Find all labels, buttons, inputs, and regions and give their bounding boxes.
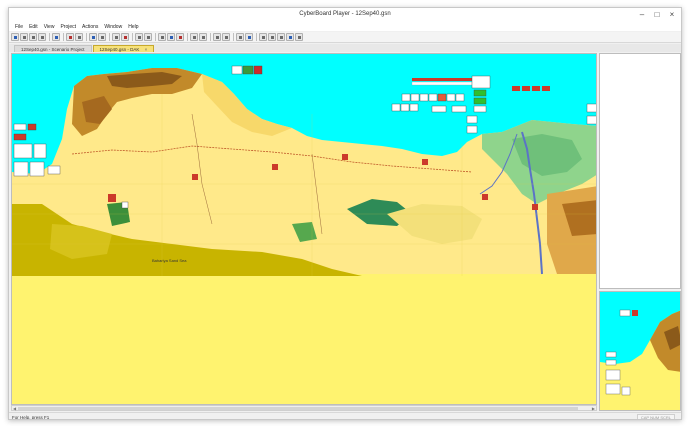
close-icon[interactable]: ×	[665, 9, 679, 21]
toolbar-separator	[86, 33, 87, 41]
menu-file[interactable]: File	[12, 24, 26, 30]
map-overview-pane[interactable]	[599, 291, 681, 411]
menu-bar: File Edit View Project Actions Window He…	[9, 22, 681, 31]
lock-icon[interactable]	[213, 33, 221, 41]
toolbar-separator	[233, 33, 234, 41]
toolbar-separator	[256, 33, 257, 41]
last-move-icon[interactable]	[286, 33, 294, 41]
scroll-right-icon[interactable]: ▶	[592, 406, 595, 411]
north-africa-map: Bahariya Sand Sea	[12, 54, 596, 276]
overview-map	[600, 292, 680, 410]
rotate-right-icon[interactable]	[167, 33, 175, 41]
context-help-icon[interactable]	[52, 33, 60, 41]
stop-icon[interactable]	[295, 33, 303, 41]
tab-close-icon[interactable]: ×	[145, 47, 148, 52]
save-icon[interactable]	[29, 33, 37, 41]
menu-view[interactable]: View	[41, 24, 58, 30]
toolbar-separator	[132, 33, 133, 41]
toolbar-separator	[63, 33, 64, 41]
toggle-grid-icon[interactable]	[135, 33, 143, 41]
first-move-icon[interactable]	[259, 33, 267, 41]
zoom-out-icon[interactable]	[75, 33, 83, 41]
toolbar-separator	[155, 33, 156, 41]
previous-move-icon[interactable]	[268, 33, 276, 41]
select-tool-icon[interactable]	[89, 33, 97, 41]
document-tab-bar: 12Sep40.gsn - Scenario Project 12Sep40.g…	[9, 44, 681, 52]
view-icon[interactable]	[222, 33, 230, 41]
application-window: CyberBoard Player - 12Sep40.gsn – □ × Fi…	[8, 7, 682, 420]
tab-label: 12Sep40.gsn - Scenario Project	[21, 47, 85, 52]
tray-panel[interactable]	[599, 53, 681, 289]
keyboard-indicators: CAP NUM SCRL	[636, 414, 675, 419]
playback-icon[interactable]	[245, 33, 253, 41]
horizontal-scrollbar[interactable]: ◀ ▶	[11, 405, 597, 411]
toolbar-separator	[49, 33, 50, 41]
new-file-icon[interactable]	[11, 33, 19, 41]
flip-icon[interactable]	[176, 33, 184, 41]
tab-dak[interactable]: 12Sep40.gsn - DAK ×	[92, 45, 155, 52]
unstack-icon[interactable]	[199, 33, 207, 41]
scrollbar-thumb[interactable]	[18, 407, 578, 410]
menu-project[interactable]: Project	[57, 24, 79, 30]
draw-text-icon[interactable]	[121, 33, 129, 41]
tab-label: 12Sep40.gsn - DAK	[99, 47, 140, 52]
toolbar	[9, 32, 681, 43]
status-bar: For Help, press F1 CAP NUM SCRL	[9, 412, 681, 420]
toolbar-separator	[187, 33, 188, 41]
menu-window[interactable]: Window	[101, 24, 125, 30]
menu-edit[interactable]: Edit	[26, 24, 41, 30]
tab-scenario-project[interactable]: 12Sep40.gsn - Scenario Project	[14, 45, 92, 52]
window-title: CyberBoard Player - 12Sep40.gsn	[299, 11, 391, 17]
next-move-icon[interactable]	[277, 33, 285, 41]
rotate-left-icon[interactable]	[158, 33, 166, 41]
draw-line-icon[interactable]	[112, 33, 120, 41]
maximize-icon[interactable]: □	[650, 9, 664, 21]
toolbar-separator	[109, 33, 110, 41]
title-bar: CyberBoard Player - 12Sep40.gsn – □ ×	[9, 8, 681, 22]
print-icon[interactable]	[38, 33, 46, 41]
scroll-left-icon[interactable]: ◀	[13, 406, 16, 411]
open-folder-icon[interactable]	[20, 33, 28, 41]
menu-help[interactable]: Help	[125, 24, 141, 30]
sand-sea-label: Bahariya Sand Sea	[152, 258, 187, 263]
minimize-icon[interactable]: –	[635, 9, 649, 21]
zoom-in-icon[interactable]	[66, 33, 74, 41]
menu-actions[interactable]: Actions	[79, 24, 101, 30]
stack-icon[interactable]	[190, 33, 198, 41]
toolbar-separator	[210, 33, 211, 41]
status-text: For Help, press F1	[12, 415, 50, 420]
move-tool-icon[interactable]	[98, 33, 106, 41]
toggle-pieces-icon[interactable]	[144, 33, 152, 41]
record-icon[interactable]	[236, 33, 244, 41]
game-map-view[interactable]: Bahariya Sand Sea	[11, 53, 597, 405]
